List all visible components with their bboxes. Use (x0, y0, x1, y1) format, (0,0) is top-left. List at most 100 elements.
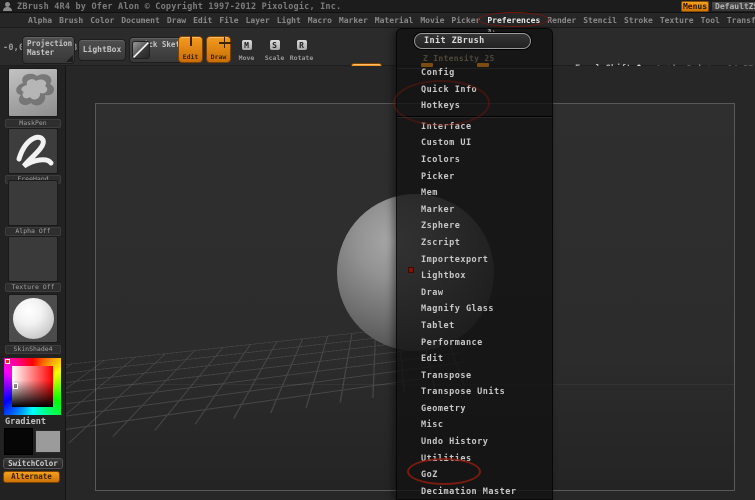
left-tray: MaskPen FreeHand Alpha Off Texture Off S… (0, 66, 66, 500)
prefs-item-zsphere[interactable]: Zsphere (397, 218, 552, 235)
material-thumbnail[interactable] (8, 294, 58, 343)
prefs-item-performance[interactable]: Performance (397, 335, 552, 352)
stroke-thumbnail[interactable] (8, 128, 58, 174)
prefs-item-magnify-glass[interactable]: Magnify Glass (397, 301, 552, 318)
menu-draw[interactable]: Draw (167, 16, 186, 25)
fold-corner-icon (66, 55, 73, 62)
prefs-item-decimation-master[interactable]: Decimation Master (397, 484, 552, 500)
hue-cursor[interactable] (5, 359, 10, 364)
move-mode-button[interactable]: M Move (234, 36, 259, 63)
prefs-item-draw[interactable]: Draw (397, 285, 552, 302)
z-intensity-ghost-label: Z Intensity 25 (423, 54, 495, 63)
menu-texture[interactable]: Texture (660, 16, 694, 25)
menu-edit[interactable]: Edit (193, 16, 212, 25)
freehand-stroke-icon (16, 134, 54, 169)
quick-sketch-icon (132, 41, 150, 59)
menu-transform[interactable]: Transform (727, 16, 755, 25)
scale-mode-button[interactable]: S Scale (262, 36, 287, 63)
preferences-dropdown: ↻ Init ZBrush Z Intensity 25 Config Quic… (396, 28, 553, 500)
texture-name-label: Texture Off (5, 283, 61, 292)
move-label: Move (238, 54, 255, 62)
prefs-item-edit[interactable]: Edit (397, 351, 552, 368)
menu-material[interactable]: Material (375, 16, 414, 25)
maskpen-blob-icon (16, 73, 55, 106)
prefs-item-zscript[interactable]: Zscript (397, 235, 552, 252)
rotate-mode-button[interactable]: R Rotate (289, 36, 314, 63)
menu-macro[interactable]: Macro (308, 16, 332, 25)
alternate-button[interactable]: Alternate (3, 471, 60, 483)
preferences-menu-list: Config Quick Info Hotkeys Interface Cust… (397, 65, 552, 500)
menu-tool[interactable]: Tool (701, 16, 720, 25)
title-bar: ZBrush 4R4 by Ofer Alon © Copyright 1997… (0, 0, 755, 13)
menus-button[interactable]: Menus (681, 1, 709, 12)
menu-stroke[interactable]: Stroke (624, 16, 653, 25)
color-cursor[interactable] (13, 383, 18, 390)
gradient-label: Gradient (5, 417, 46, 427)
menu-bar: Alpha Brush Color Document Draw Edit Fil… (0, 11, 755, 28)
projection-master-button[interactable]: Projection Master (22, 36, 75, 64)
prefs-item-interface[interactable]: Interface (397, 119, 552, 136)
prefs-item-icolors[interactable]: Icolors (397, 152, 552, 169)
rotate-badge-icon: R (295, 39, 308, 51)
prefs-item-transpose-units[interactable]: Transpose Units (397, 384, 552, 401)
prefs-item-utilities[interactable]: Utilities (397, 451, 552, 468)
draw-mode-button[interactable]: Draw (206, 36, 231, 63)
prefs-item-marker[interactable]: Marker (397, 202, 552, 219)
menu-separator (397, 115, 552, 118)
move-badge-icon: M (240, 39, 253, 51)
window-title: ZBrush 4R4 by Ofer Alon © Copyright 1997… (17, 2, 342, 12)
app-icon (3, 2, 12, 11)
init-zbrush-button[interactable]: Init ZBrush (414, 33, 531, 49)
default-zscript-button[interactable]: DefaultZSc (711, 1, 755, 12)
prefs-item-undo-history[interactable]: Undo History (397, 434, 552, 451)
prefs-item-misc[interactable]: Misc (397, 417, 552, 434)
menu-marker[interactable]: Marker (339, 16, 368, 25)
main-color-swatch[interactable] (4, 428, 33, 455)
prefs-item-quick-info[interactable]: Quick Info (397, 82, 552, 99)
prefs-item-config[interactable]: Config (397, 65, 552, 82)
material-sphere-icon (13, 298, 54, 339)
saturation-value-square[interactable] (12, 366, 53, 407)
menu-file[interactable]: File (219, 16, 238, 25)
menu-preferences-wrap: Preferences (478, 11, 550, 27)
menu-light[interactable]: Light (277, 16, 301, 25)
alpha-name-label: Alpha Off (5, 227, 61, 236)
prefs-item-transpose[interactable]: Transpose (397, 368, 552, 385)
menu-color[interactable]: Color (90, 16, 114, 25)
edit-marquee-icon (189, 36, 192, 46)
menu-movie[interactable]: Movie (420, 16, 444, 25)
edit-mode-button[interactable]: Edit (178, 36, 203, 63)
brush-thumbnail[interactable] (8, 68, 58, 117)
secondary-color-swatch[interactable] (35, 430, 61, 453)
zbrush-window: ZBrush 4R4 by Ofer Alon © Copyright 1997… (0, 0, 755, 500)
prefs-item-hotkeys[interactable]: Hotkeys (397, 98, 552, 115)
menu-picker[interactable]: Picker (451, 16, 480, 25)
edit-label: Edit (182, 53, 199, 61)
prefs-item-geometry[interactable]: Geometry (397, 401, 552, 418)
prefs-item-picker[interactable]: Picker (397, 169, 552, 186)
material-name-label: SkinShade4 (5, 345, 61, 354)
prefs-item-custom-ui[interactable]: Custom UI (397, 135, 552, 152)
texture-thumbnail[interactable] (8, 236, 58, 282)
menu-alpha[interactable]: Alpha (28, 16, 52, 25)
prefs-item-goz[interactable]: GoZ (397, 467, 552, 484)
prefs-item-mem[interactable]: Mem (397, 185, 552, 202)
scale-badge-icon: S (268, 39, 281, 51)
draw-label: Draw (210, 53, 227, 61)
menu-stencil[interactable]: Stencil (583, 16, 617, 25)
menu-document[interactable]: Document (121, 16, 160, 25)
lightbox-button[interactable]: LightBox (78, 39, 126, 61)
prefs-item-tablet[interactable]: Tablet (397, 318, 552, 335)
switch-color-button[interactable]: SwitchColor (3, 458, 63, 469)
prefs-item-importexport[interactable]: Importexport (397, 252, 552, 269)
menu-render[interactable]: Render (547, 16, 576, 25)
color-picker[interactable] (4, 358, 61, 415)
alpha-thumbnail[interactable] (8, 180, 58, 226)
top-shelf: -0,0.05,-0.998 Projection Master LightBo… (0, 28, 755, 93)
prefs-item-lightbox[interactable]: Lightbox (397, 268, 552, 285)
menu-layer[interactable]: Layer (246, 16, 270, 25)
menu-brush[interactable]: Brush (59, 16, 83, 25)
menu-preferences[interactable]: Preferences (487, 16, 540, 25)
scale-label: Scale (264, 54, 285, 62)
rotate-label: Rotate (289, 54, 314, 62)
